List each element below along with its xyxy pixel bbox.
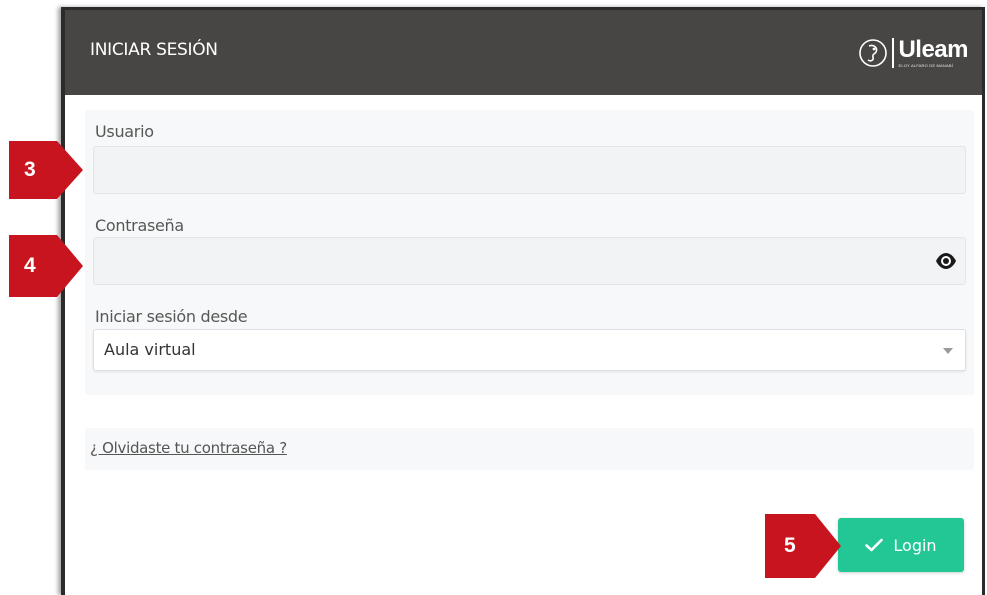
eye-icon[interactable]	[935, 252, 957, 270]
step-number: 4	[24, 254, 36, 277]
step-callout-3: 3	[9, 141, 83, 199]
logo-subtitle: ELOY ALFARO DE MANABÍ	[898, 63, 954, 68]
step-callout-4: 4	[9, 235, 83, 297]
step-number: 5	[784, 534, 796, 557]
username-input[interactable]	[93, 146, 966, 194]
login-button[interactable]: Login	[838, 518, 964, 572]
login-button-label: Login	[893, 535, 937, 555]
login-from-selected: Aula virtual	[104, 340, 196, 359]
modal-header: INICIAR SESIÓN Uleam ELOY ALFARO DE MANA…	[65, 10, 982, 95]
step-number: 3	[24, 158, 36, 181]
login-from-label: Iniciar sesión desde	[95, 307, 248, 326]
login-modal: INICIAR SESIÓN Uleam ELOY ALFARO DE MANA…	[61, 7, 985, 595]
login-form: Usuario Contraseña Iniciar sesión desde …	[85, 110, 974, 395]
modal-title: INICIAR SESIÓN	[90, 40, 218, 60]
login-from-select[interactable]: Aula virtual	[93, 329, 966, 371]
uleam-logo: Uleam ELOY ALFARO DE MANABÍ	[848, 34, 968, 72]
step-callout-5: 5	[765, 514, 841, 578]
logo-wordmark: Uleam	[898, 36, 968, 63]
university-emblem-icon	[859, 39, 888, 67]
password-input[interactable]	[93, 237, 966, 285]
logo-divider	[892, 38, 895, 68]
chevron-down-icon	[943, 348, 953, 354]
check-icon	[865, 538, 884, 552]
username-label: Usuario	[95, 122, 154, 141]
forgot-password-panel: ¿ Olvidaste tu contraseña ?	[85, 428, 974, 470]
password-label: Contraseña	[95, 216, 184, 235]
forgot-password-link[interactable]: ¿ Olvidaste tu contraseña ?	[90, 439, 287, 457]
